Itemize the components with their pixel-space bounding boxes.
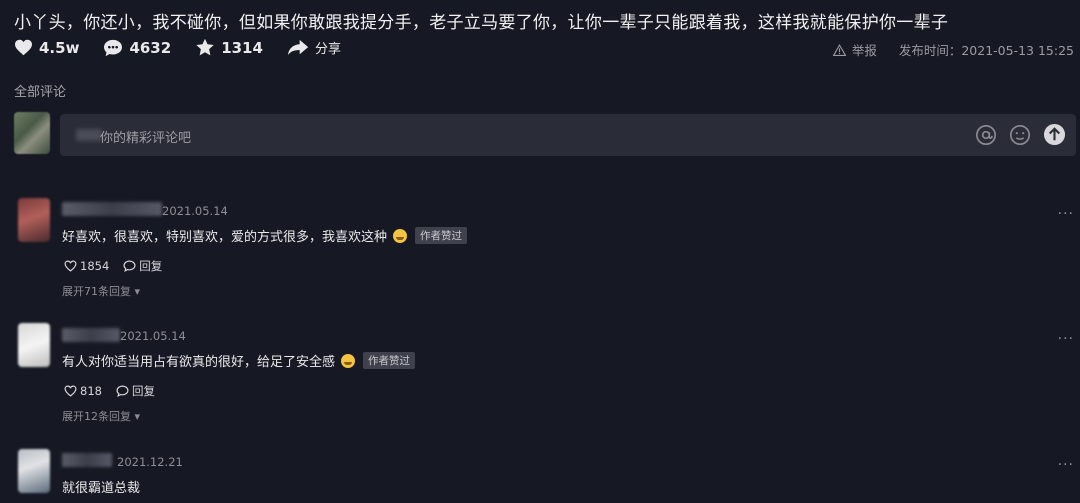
video-title: 小丫头，你还小，我不碰你，但如果你敢跟我提分手，老子立马要了你，让你一辈子只能跟…	[14, 13, 949, 33]
avatar[interactable]	[18, 323, 50, 367]
share-label: 分享	[314, 42, 341, 57]
reply-button[interactable]: 回复	[123, 258, 162, 274]
reply-label: 回复	[131, 384, 155, 398]
heart-outline-icon	[64, 385, 77, 397]
comment-date: 2021.12.21	[117, 455, 183, 469]
publish-time: 发布时间：2021-05-13 15:25	[898, 43, 1074, 58]
comment-body: 好喜欢，很喜欢，特别喜欢，爱的方式很多，我喜欢这种 作者赞过	[62, 226, 468, 245]
share-icon	[287, 39, 309, 56]
placeholder-blur	[76, 129, 102, 141]
warning-icon	[832, 43, 846, 56]
heart-icon	[15, 39, 32, 56]
favorite-count: 1314	[221, 38, 263, 57]
reply-icon	[123, 260, 136, 272]
emoji-icon[interactable]	[1009, 124, 1031, 146]
caret-down-icon: ▾	[134, 410, 141, 423]
comment-actions: 1854 回复	[64, 258, 176, 274]
comment-button[interactable]: 4632	[103, 39, 171, 57]
like-count: 4.5w	[39, 38, 80, 57]
caret-down-icon: ▾	[134, 285, 141, 298]
favorite-button[interactable]: 1314	[195, 38, 263, 57]
avatar[interactable]	[18, 449, 50, 493]
comment-date: 2021.05.14	[162, 204, 228, 218]
comment-input[interactable]: 你的精彩评论吧	[60, 114, 1076, 156]
more-options-icon[interactable]: ···	[1058, 457, 1074, 473]
reply-label: 回复	[139, 259, 163, 273]
author-liked-badge: 作者赞过	[415, 227, 468, 244]
expand-replies-link[interactable]: 展开71条回复 ▾	[62, 283, 140, 299]
comment-date: 2021.05.14	[120, 329, 186, 343]
expand-replies-label: 展开12条回复	[62, 410, 131, 423]
expand-replies-link[interactable]: 展开12条回复 ▾	[62, 408, 140, 424]
more-options-icon[interactable]: ···	[1058, 331, 1074, 347]
comment-like-button[interactable]: 818	[64, 384, 102, 398]
video-meta: 举报 发布时间：2021-05-13 15:25	[832, 40, 1074, 59]
comment-like-count: 1854	[80, 259, 110, 273]
video-stats: 4.5w 4632 1314 分享	[14, 38, 365, 57]
reply-button[interactable]: 回复	[116, 383, 155, 399]
like-button[interactable]: 4.5w	[14, 39, 79, 57]
smile-emoji-icon	[393, 228, 408, 243]
share-button[interactable]: 分享	[287, 38, 341, 57]
comment-input-placeholder: 你的精彩评论吧	[100, 131, 192, 146]
send-icon[interactable]	[1043, 123, 1066, 146]
star-icon	[196, 38, 214, 56]
comment-like-count: 818	[80, 384, 102, 398]
reply-icon	[116, 385, 129, 397]
avatar	[14, 112, 50, 154]
avatar[interactable]	[18, 198, 50, 242]
comment-like-button[interactable]: 1854	[64, 259, 109, 273]
username-blurred[interactable]	[62, 202, 162, 216]
more-options-icon[interactable]: ···	[1058, 206, 1074, 222]
expand-replies-label: 展开71条回复	[62, 285, 131, 298]
report-button[interactable]: 举报	[832, 40, 877, 59]
author-liked-badge: 作者赞过	[363, 352, 416, 369]
comment-body: 有人对你适当用占有欲真的很好，给足了安全感 作者赞过	[62, 351, 416, 370]
comment-actions: 818 回复	[64, 383, 169, 399]
heart-outline-icon	[64, 260, 77, 272]
comment-body: 就很霸道总裁	[62, 477, 140, 496]
comment-text: 有人对你适当用占有欲真的很好，给足了安全感	[62, 355, 336, 370]
input-icons	[963, 123, 1066, 146]
username-blurred[interactable]	[62, 453, 112, 467]
comment-icon	[104, 39, 123, 56]
comment-text: 好喜欢，很喜欢，特别喜欢，爱的方式很多，我喜欢这种	[62, 230, 388, 245]
comment-count: 4632	[129, 38, 172, 57]
report-label: 举报	[851, 43, 877, 58]
section-label: 全部评论	[14, 85, 67, 100]
comment-text: 就很霸道总裁	[62, 481, 141, 496]
smile-emoji-icon	[341, 353, 356, 368]
username-blurred[interactable]	[62, 328, 120, 342]
at-mention-icon[interactable]	[975, 124, 997, 146]
